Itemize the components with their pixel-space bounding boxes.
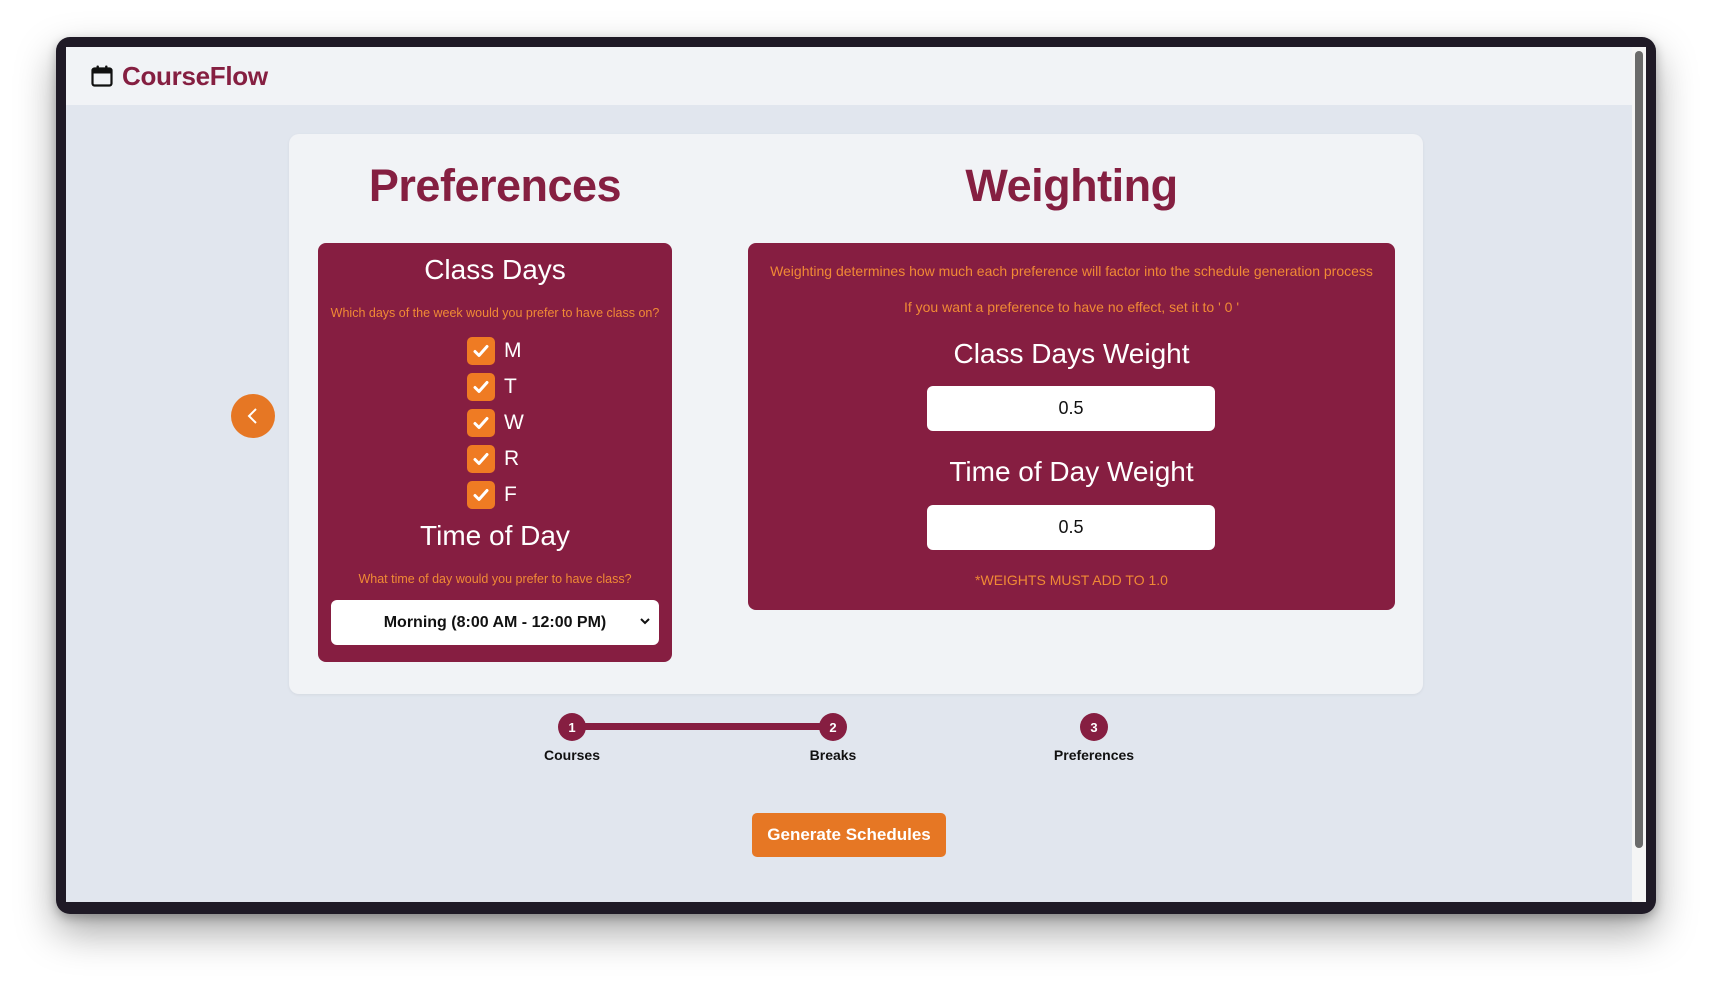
checkbox-wednesday[interactable]: [467, 409, 495, 437]
checkmark-icon: [473, 417, 489, 429]
checkbox-tuesday[interactable]: [467, 373, 495, 401]
day-label: M: [504, 339, 522, 362]
day-option-wednesday[interactable]: W: [467, 405, 524, 441]
class-days-weight-input[interactable]: 0.5: [927, 386, 1215, 431]
app-viewport: CourseFlow Preferences Weighting Class D…: [66, 47, 1646, 902]
time-of-day-weight-input[interactable]: 0.5: [927, 505, 1215, 550]
checkbox-monday[interactable]: [467, 337, 495, 365]
weighting-panel: Weighting determines how much each prefe…: [748, 243, 1395, 610]
day-label: R: [504, 447, 520, 470]
preferences-card: Preferences Weighting Class Days Which d…: [289, 134, 1423, 694]
vertical-scrollbar[interactable]: [1632, 47, 1646, 902]
day-option-friday[interactable]: F: [467, 477, 524, 513]
step-2-label: Breaks: [809, 747, 857, 763]
day-option-tuesday[interactable]: T: [467, 369, 524, 405]
checkbox-thursday[interactable]: [467, 445, 495, 473]
day-option-monday[interactable]: M: [467, 333, 524, 369]
class-days-weight-label: Class Days Weight: [953, 338, 1190, 369]
chevron-left-icon: [247, 408, 257, 424]
time-of-day-weight-label: Time of Day Weight: [949, 456, 1194, 487]
step-2-dot[interactable]: 2: [819, 713, 847, 741]
time-of-day-heading: Time of Day: [420, 520, 570, 551]
time-of-day-hint: What time of day would you prefer to hav…: [358, 572, 632, 586]
class-days-heading: Class Days: [424, 254, 566, 285]
weighting-title: Weighting: [965, 160, 1178, 211]
back-button[interactable]: [231, 394, 275, 438]
day-option-thursday[interactable]: R: [467, 441, 524, 477]
preferences-title: Preferences: [368, 160, 622, 211]
weights-warning: *WEIGHTS MUST ADD TO 1.0: [975, 572, 1168, 588]
step-3-dot[interactable]: 3: [1080, 713, 1108, 741]
checkmark-icon: [473, 345, 489, 357]
weighting-description: Weighting determines how much each prefe…: [770, 263, 1373, 279]
checkmark-icon: [473, 489, 489, 501]
stepper-line: [572, 723, 833, 730]
step-1-dot[interactable]: 1: [558, 713, 586, 741]
preferences-panel: Class Days Which days of the week would …: [318, 243, 672, 662]
checkbox-friday[interactable]: [467, 481, 495, 509]
time-of-day-select[interactable]: Morning (8:00 AM - 12:00 PM): [331, 600, 659, 645]
step-1-label: Courses: [543, 747, 601, 763]
time-of-day-selected: Morning (8:00 AM - 12:00 PM): [383, 613, 607, 631]
app-header: CourseFlow: [66, 47, 1632, 105]
generate-schedules-button[interactable]: Generate Schedules: [752, 813, 946, 857]
step-3-label: Preferences: [1053, 747, 1135, 763]
browser-window: CourseFlow Preferences Weighting Class D…: [56, 37, 1656, 914]
calendar-icon: [91, 65, 113, 87]
weighting-note: If you want a preference to have no effe…: [903, 299, 1240, 315]
scrollbar-thumb[interactable]: [1635, 51, 1643, 848]
day-label: T: [504, 375, 517, 398]
day-label: W: [504, 411, 524, 434]
checkmark-icon: [473, 453, 489, 465]
checkmark-icon: [473, 381, 489, 393]
class-days-hint: Which days of the week would you prefer …: [330, 306, 660, 320]
day-checkbox-list: M T W R F: [467, 333, 524, 513]
day-label: F: [504, 483, 517, 506]
progress-stepper: 1 2 3 Courses Breaks Preferences: [544, 709, 1134, 769]
app-brand[interactable]: CourseFlow: [122, 61, 268, 92]
chevron-down-icon: [640, 618, 650, 625]
